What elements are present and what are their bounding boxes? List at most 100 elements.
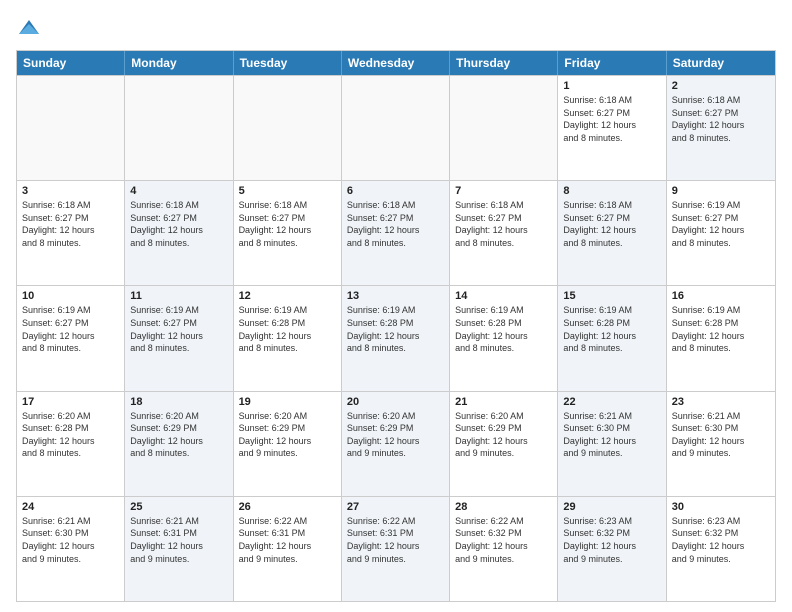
- day-number: 15: [563, 290, 660, 302]
- calendar-cell: 29 Sunrise: 6:23 AM Sunset: 6:32 PM Dayli…: [558, 497, 666, 601]
- cell-info: Sunrise: 6:18 AM Sunset: 6:27 PM Dayligh…: [563, 94, 660, 144]
- cell-info: Sunrise: 6:19 AM Sunset: 6:28 PM Dayligh…: [239, 304, 336, 354]
- calendar-cell: 14 Sunrise: 6:19 AM Sunset: 6:28 PM Dayli…: [450, 286, 558, 390]
- calendar-cell: 1 Sunrise: 6:18 AM Sunset: 6:27 PM Daylig…: [558, 76, 666, 180]
- calendar-header-row: SundayMondayTuesdayWednesdayThursdayFrid…: [17, 51, 775, 75]
- day-number: 30: [672, 501, 770, 513]
- cell-info: Sunrise: 6:18 AM Sunset: 6:27 PM Dayligh…: [455, 199, 552, 249]
- day-number: 5: [239, 185, 336, 197]
- calendar-cell: 19Sunrise: 6:20 AM Sunset: 6:29 PM Dayli…: [234, 392, 342, 496]
- cell-info: Sunrise: 6:19 AM Sunset: 6:27 PM Dayligh…: [130, 304, 227, 354]
- calendar-cell: 23 Sunrise: 6:21 AM Sunset: 6:30 PM Dayli…: [667, 392, 775, 496]
- cell-info: Sunrise: 6:18 AM Sunset: 6:27 PM Dayligh…: [672, 94, 770, 144]
- calendar-header-cell: Tuesday: [234, 51, 342, 75]
- day-number: 8: [563, 185, 660, 197]
- day-number: 25: [130, 501, 227, 513]
- calendar-header-cell: Wednesday: [342, 51, 450, 75]
- day-number: 20: [347, 396, 444, 408]
- calendar-row: 10 Sunrise: 6:19 AM Sunset: 6:27 PM Dayli…: [17, 285, 775, 390]
- day-number: 12: [239, 290, 336, 302]
- calendar-cell: [17, 76, 125, 180]
- calendar-cell: 20 Sunrise: 6:20 AM Sunset: 6:29 PM Dayli…: [342, 392, 450, 496]
- cell-info: Sunrise: 6:22 AM Sunset: 6:31 PM Dayligh…: [347, 515, 444, 565]
- day-number: 27: [347, 501, 444, 513]
- calendar-body: 1 Sunrise: 6:18 AM Sunset: 6:27 PM Daylig…: [17, 75, 775, 601]
- cell-info: Sunrise: 6:19 AM Sunset: 6:28 PM Dayligh…: [455, 304, 552, 354]
- day-number: 14: [455, 290, 552, 302]
- day-number: 17: [22, 396, 119, 408]
- calendar-cell: 8Sunrise: 6:18 AM Sunset: 6:27 PM Daylig…: [558, 181, 666, 285]
- calendar-cell: 4Sunrise: 6:18 AM Sunset: 6:27 PM Daylig…: [125, 181, 233, 285]
- cell-info: Sunrise: 6:18 AM Sunset: 6:27 PM Dayligh…: [130, 199, 227, 249]
- calendar-cell: 30 Sunrise: 6:23 AM Sunset: 6:32 PM Dayli…: [667, 497, 775, 601]
- day-number: 2: [672, 80, 770, 92]
- calendar-cell: 25 Sunrise: 6:21 AM Sunset: 6:31 PM Dayli…: [125, 497, 233, 601]
- day-number: 13: [347, 290, 444, 302]
- calendar-header-cell: Monday: [125, 51, 233, 75]
- cell-info: Sunrise: 6:22 AM Sunset: 6:31 PM Dayligh…: [239, 515, 336, 565]
- cell-info: Sunrise: 6:19 AM Sunset: 6:28 PM Dayligh…: [347, 304, 444, 354]
- calendar-cell: 22Sunrise: 6:21 AM Sunset: 6:30 PM Dayli…: [558, 392, 666, 496]
- calendar-cell: [450, 76, 558, 180]
- day-number: 3: [22, 185, 119, 197]
- cell-info: Sunrise: 6:18 AM Sunset: 6:27 PM Dayligh…: [239, 199, 336, 249]
- calendar-cell: 2 Sunrise: 6:18 AM Sunset: 6:27 PM Daylig…: [667, 76, 775, 180]
- calendar-row: 24Sunrise: 6:21 AM Sunset: 6:30 PM Dayli…: [17, 496, 775, 601]
- calendar-cell: 27 Sunrise: 6:22 AM Sunset: 6:31 PM Dayli…: [342, 497, 450, 601]
- day-number: 10: [22, 290, 119, 302]
- cell-info: Sunrise: 6:22 AM Sunset: 6:32 PM Dayligh…: [455, 515, 552, 565]
- day-number: 21: [455, 396, 552, 408]
- calendar-header-cell: Friday: [558, 51, 666, 75]
- day-number: 29: [563, 501, 660, 513]
- calendar-cell: 28 Sunrise: 6:22 AM Sunset: 6:32 PM Dayli…: [450, 497, 558, 601]
- calendar-header-cell: Saturday: [667, 51, 775, 75]
- calendar-cell: 16Sunrise: 6:19 AM Sunset: 6:28 PM Dayli…: [667, 286, 775, 390]
- cell-info: Sunrise: 6:19 AM Sunset: 6:28 PM Dayligh…: [563, 304, 660, 354]
- calendar-cell: 6Sunrise: 6:18 AM Sunset: 6:27 PM Daylig…: [342, 181, 450, 285]
- calendar-cell: [342, 76, 450, 180]
- cell-info: Sunrise: 6:19 AM Sunset: 6:27 PM Dayligh…: [672, 199, 770, 249]
- cell-info: Sunrise: 6:23 AM Sunset: 6:32 PM Dayligh…: [672, 515, 770, 565]
- calendar-cell: 7 Sunrise: 6:18 AM Sunset: 6:27 PM Daylig…: [450, 181, 558, 285]
- calendar-cell: 9 Sunrise: 6:19 AM Sunset: 6:27 PM Daylig…: [667, 181, 775, 285]
- cell-info: Sunrise: 6:21 AM Sunset: 6:31 PM Dayligh…: [130, 515, 227, 565]
- day-number: 23: [672, 396, 770, 408]
- calendar-header-cell: Sunday: [17, 51, 125, 75]
- cell-info: Sunrise: 6:20 AM Sunset: 6:28 PM Dayligh…: [22, 410, 119, 460]
- cell-info: Sunrise: 6:23 AM Sunset: 6:32 PM Dayligh…: [563, 515, 660, 565]
- cell-info: Sunrise: 6:19 AM Sunset: 6:28 PM Dayligh…: [672, 304, 770, 354]
- cell-info: Sunrise: 6:18 AM Sunset: 6:27 PM Dayligh…: [22, 199, 119, 249]
- cell-info: Sunrise: 6:20 AM Sunset: 6:29 PM Dayligh…: [239, 410, 336, 460]
- calendar-cell: 10 Sunrise: 6:19 AM Sunset: 6:27 PM Dayli…: [17, 286, 125, 390]
- calendar-row: 17 Sunrise: 6:20 AM Sunset: 6:28 PM Dayli…: [17, 391, 775, 496]
- day-number: 7: [455, 185, 552, 197]
- day-number: 18: [130, 396, 227, 408]
- day-number: 24: [22, 501, 119, 513]
- cell-info: Sunrise: 6:20 AM Sunset: 6:29 PM Dayligh…: [455, 410, 552, 460]
- calendar-cell: 26 Sunrise: 6:22 AM Sunset: 6:31 PM Dayli…: [234, 497, 342, 601]
- calendar: SundayMondayTuesdayWednesdayThursdayFrid…: [16, 50, 776, 602]
- calendar-cell: 5 Sunrise: 6:18 AM Sunset: 6:27 PM Daylig…: [234, 181, 342, 285]
- calendar-cell: 21 Sunrise: 6:20 AM Sunset: 6:29 PM Dayli…: [450, 392, 558, 496]
- calendar-row: 3 Sunrise: 6:18 AM Sunset: 6:27 PM Daylig…: [17, 180, 775, 285]
- page: SundayMondayTuesdayWednesdayThursdayFrid…: [0, 0, 792, 612]
- cell-info: Sunrise: 6:20 AM Sunset: 6:29 PM Dayligh…: [347, 410, 444, 460]
- cell-info: Sunrise: 6:21 AM Sunset: 6:30 PM Dayligh…: [672, 410, 770, 460]
- day-number: 28: [455, 501, 552, 513]
- day-number: 1: [563, 80, 660, 92]
- header: [16, 16, 776, 40]
- cell-info: Sunrise: 6:19 AM Sunset: 6:27 PM Dayligh…: [22, 304, 119, 354]
- calendar-cell: [125, 76, 233, 180]
- logo: [16, 16, 41, 40]
- calendar-cell: 13 Sunrise: 6:19 AM Sunset: 6:28 PM Dayli…: [342, 286, 450, 390]
- day-number: 9: [672, 185, 770, 197]
- cell-info: Sunrise: 6:18 AM Sunset: 6:27 PM Dayligh…: [347, 199, 444, 249]
- day-number: 26: [239, 501, 336, 513]
- logo-icon: [17, 16, 41, 40]
- calendar-cell: 24Sunrise: 6:21 AM Sunset: 6:30 PM Dayli…: [17, 497, 125, 601]
- calendar-cell: 12 Sunrise: 6:19 AM Sunset: 6:28 PM Dayli…: [234, 286, 342, 390]
- calendar-header-cell: Thursday: [450, 51, 558, 75]
- calendar-cell: 11Sunrise: 6:19 AM Sunset: 6:27 PM Dayli…: [125, 286, 233, 390]
- cell-info: Sunrise: 6:20 AM Sunset: 6:29 PM Dayligh…: [130, 410, 227, 460]
- calendar-cell: [234, 76, 342, 180]
